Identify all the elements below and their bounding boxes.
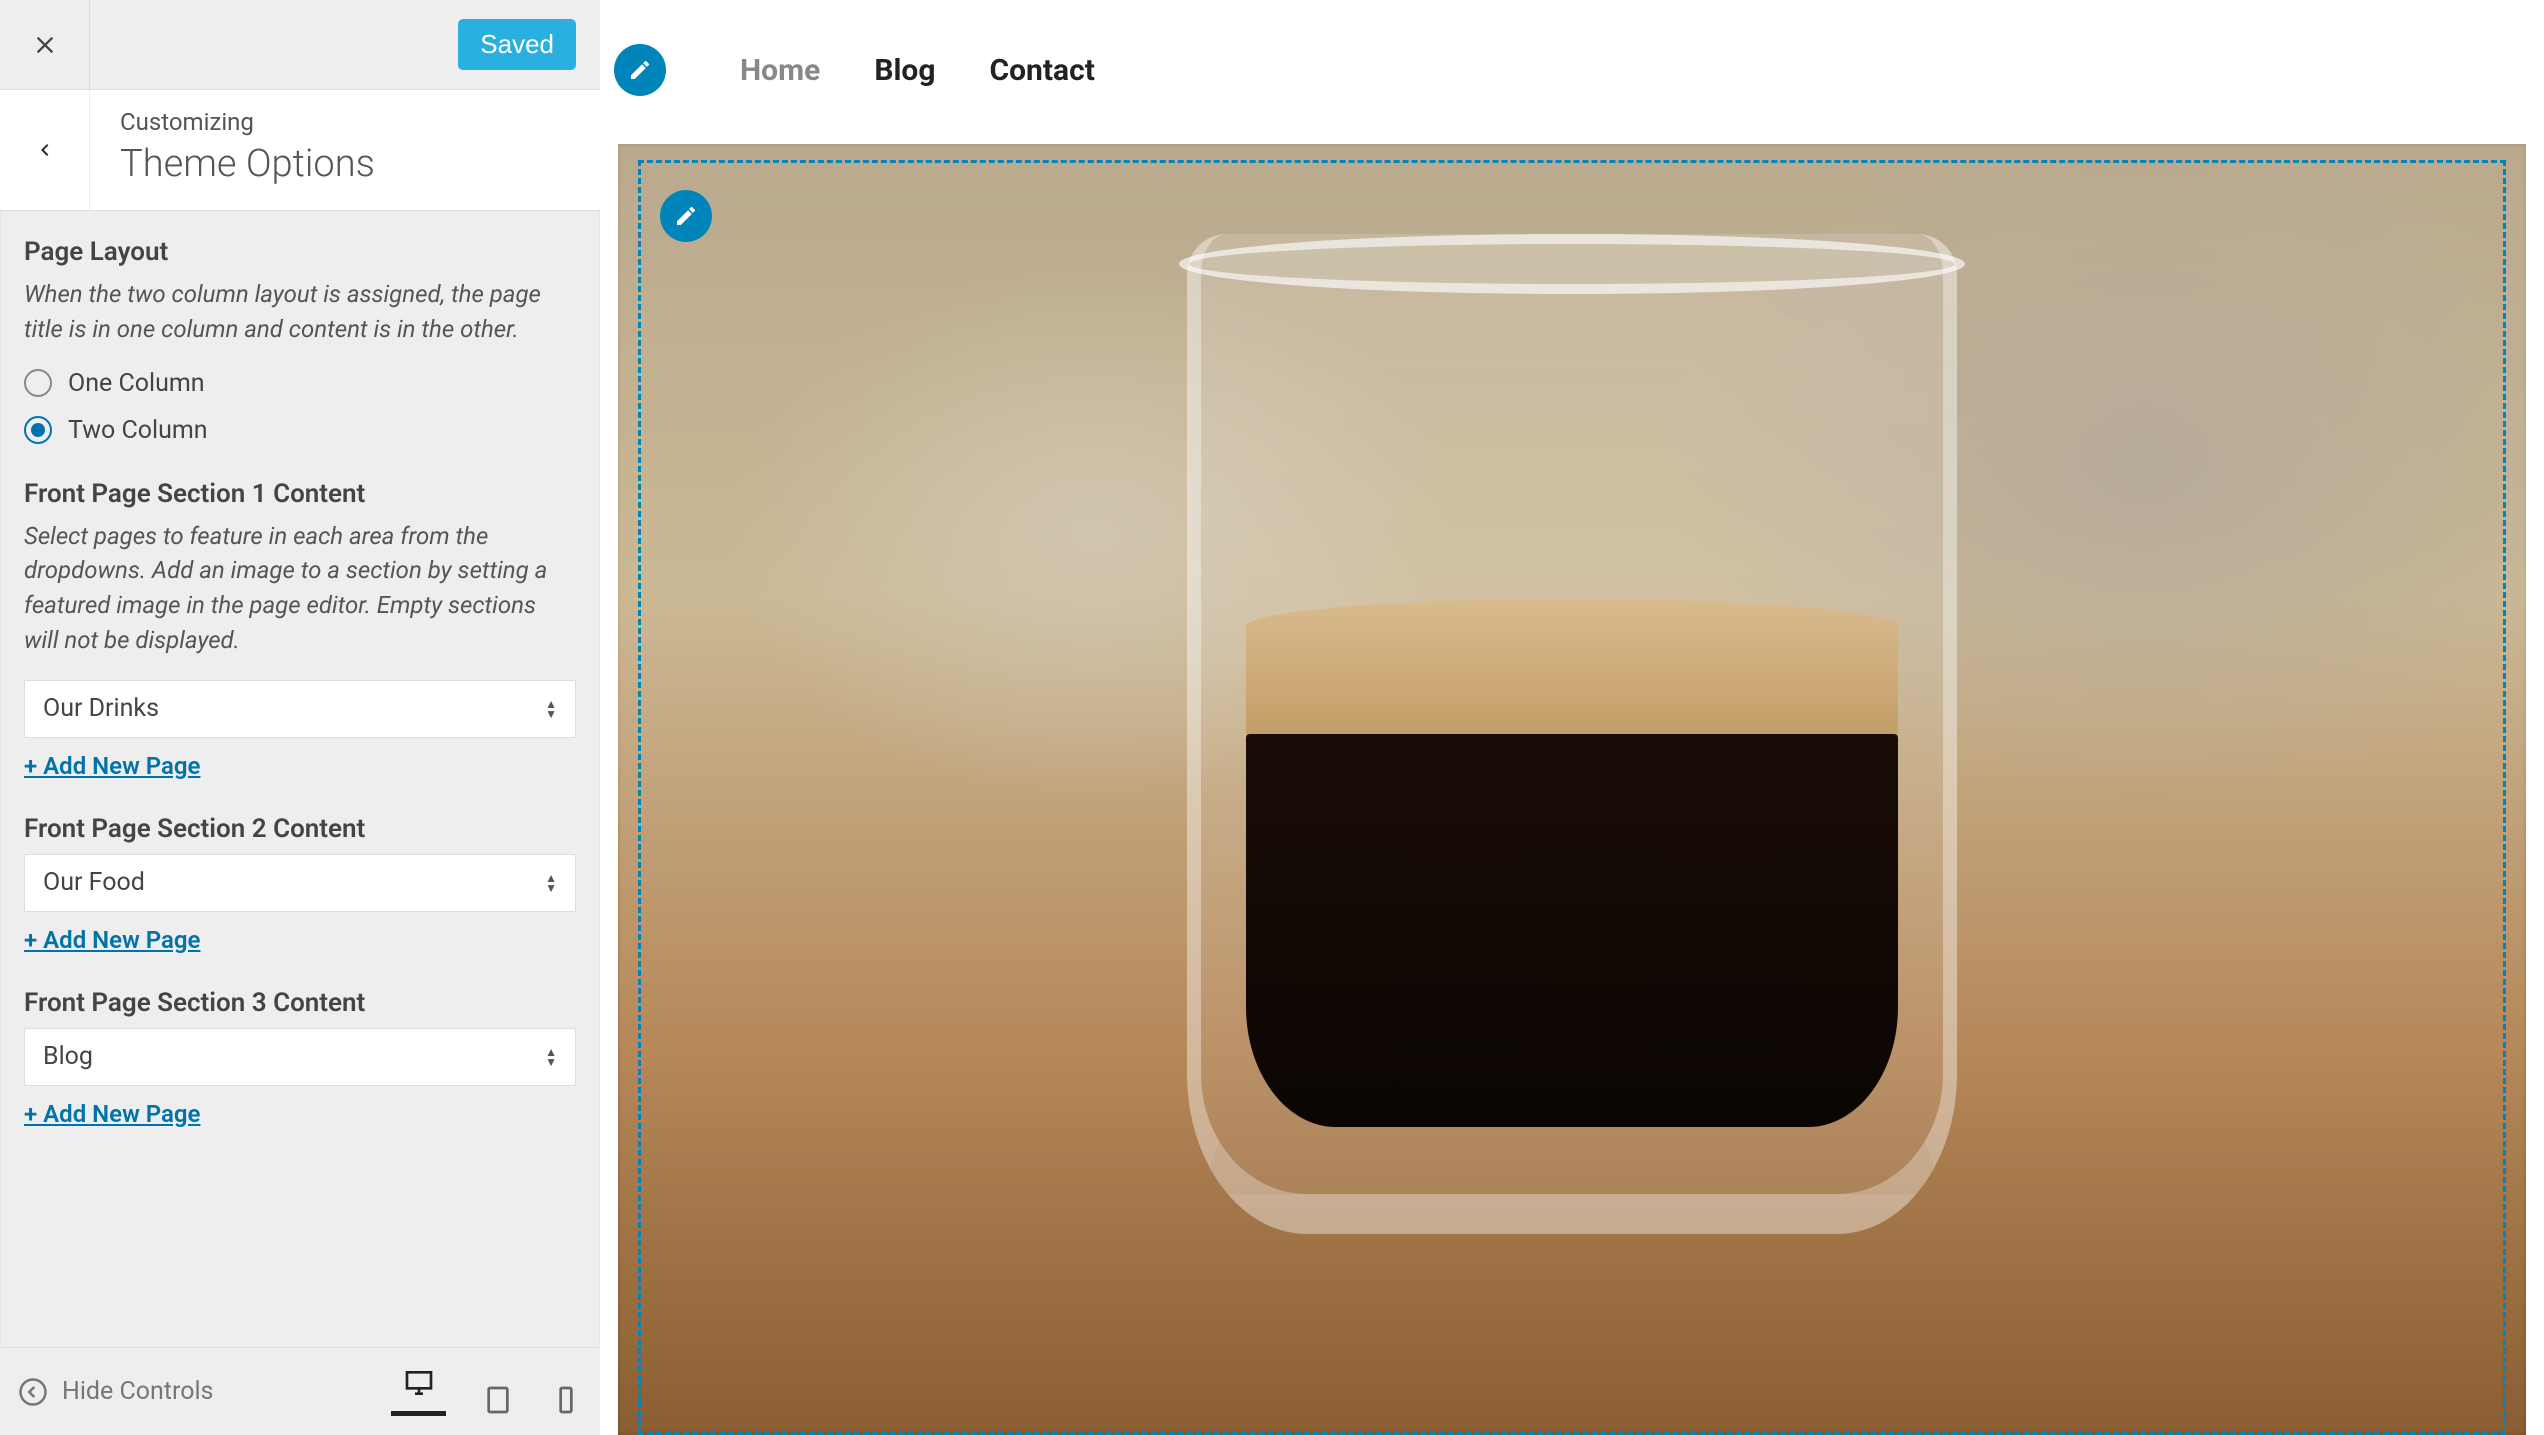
close-button[interactable]	[0, 0, 90, 90]
panel-body: Page Layout When the two column layout i…	[0, 211, 600, 1347]
panel-header-text: Customizing Theme Options	[90, 90, 399, 210]
back-button[interactable]	[0, 90, 90, 210]
select-value: Blog	[43, 1042, 93, 1071]
section-3-add-page[interactable]: + Add New Page	[24, 1100, 200, 1128]
select-arrows-icon: ▲▼	[545, 1047, 557, 1067]
section-2-add-page[interactable]: + Add New Page	[24, 926, 200, 954]
collapse-label: Hide Controls	[62, 1377, 213, 1406]
tablet-icon	[482, 1384, 514, 1416]
section-3-title: Front Page Section 3 Content	[24, 988, 576, 1018]
radio-icon	[24, 369, 52, 397]
saved-button[interactable]: Saved	[458, 19, 576, 70]
select-value: Our Drinks	[43, 694, 159, 723]
nav-link-contact[interactable]: Contact	[989, 53, 1094, 88]
section-1-block: Front Page Section 1 Content Select page…	[24, 479, 576, 780]
hero-image	[618, 144, 2526, 1435]
customizing-label: Customizing	[120, 108, 375, 136]
section-1-title: Front Page Section 1 Content	[24, 479, 576, 509]
sidebar-footer: Hide Controls	[0, 1347, 600, 1435]
section-3-block: Front Page Section 3 Content Blog ▲▼ + A…	[24, 988, 576, 1128]
chevron-left-icon	[33, 138, 57, 162]
select-value: Our Food	[43, 868, 145, 897]
nav-link-blog[interactable]: Blog	[874, 53, 935, 88]
section-2-block: Front Page Section 2 Content Our Food ▲▼…	[24, 814, 576, 954]
nav-link-home[interactable]: Home	[740, 53, 820, 88]
page-layout-title: Page Layout	[24, 237, 576, 267]
edit-shortcut-hero[interactable]	[660, 190, 712, 242]
device-switcher	[391, 1367, 582, 1416]
mobile-icon	[550, 1384, 582, 1416]
section-2-select[interactable]: Our Food ▲▼	[24, 854, 576, 912]
section-3-select[interactable]: Blog ▲▼	[24, 1028, 576, 1086]
collapse-icon	[18, 1377, 48, 1407]
panel-title: Theme Options	[120, 142, 375, 186]
radio-one-column[interactable]: One Column	[24, 369, 576, 398]
sidebar-top-bar: Saved	[0, 0, 600, 90]
page-layout-section: Page Layout When the two column layout i…	[24, 237, 576, 445]
device-tablet[interactable]	[482, 1384, 514, 1416]
page-layout-desc: When the two column layout is assigned, …	[24, 277, 576, 347]
section-1-desc: Select pages to feature in each area fro…	[24, 519, 576, 658]
close-icon	[31, 31, 59, 59]
edit-shortcut-nav[interactable]	[614, 44, 666, 96]
section-1-select[interactable]: Our Drinks ▲▼	[24, 680, 576, 738]
preview-pane: Home Blog Contact	[600, 0, 2544, 1435]
radio-icon	[24, 416, 52, 444]
radio-label: Two Column	[68, 416, 208, 445]
pencil-icon	[628, 58, 652, 82]
desktop-icon	[403, 1367, 435, 1399]
device-mobile[interactable]	[550, 1384, 582, 1416]
select-arrows-icon: ▲▼	[545, 873, 557, 893]
collapse-button[interactable]: Hide Controls	[18, 1377, 213, 1407]
section-2-title: Front Page Section 2 Content	[24, 814, 576, 844]
panel-header: Customizing Theme Options	[0, 90, 600, 211]
section-1-add-page[interactable]: + Add New Page	[24, 752, 200, 780]
pencil-icon	[674, 204, 698, 228]
espresso-glass-illustration	[1187, 234, 1957, 1234]
preview-nav: Home Blog Contact	[600, 0, 2544, 140]
select-arrows-icon: ▲▼	[545, 699, 557, 719]
radio-two-column[interactable]: Two Column	[24, 416, 576, 445]
radio-label: One Column	[68, 369, 205, 398]
customizer-sidebar: Saved Customizing Theme Options Page Lay…	[0, 0, 600, 1435]
device-desktop[interactable]	[391, 1367, 446, 1416]
